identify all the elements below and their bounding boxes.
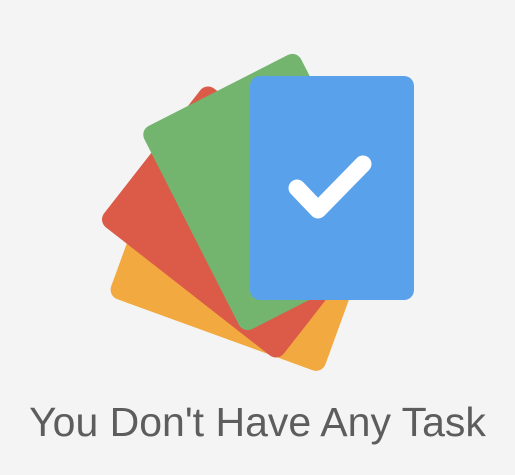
task-cards-illustration — [0, 0, 515, 380]
empty-state: You Don't Have Any Task — [0, 0, 515, 475]
empty-state-message: You Don't Have Any Task — [29, 399, 486, 445]
task-cards-svg — [102, 53, 414, 371]
